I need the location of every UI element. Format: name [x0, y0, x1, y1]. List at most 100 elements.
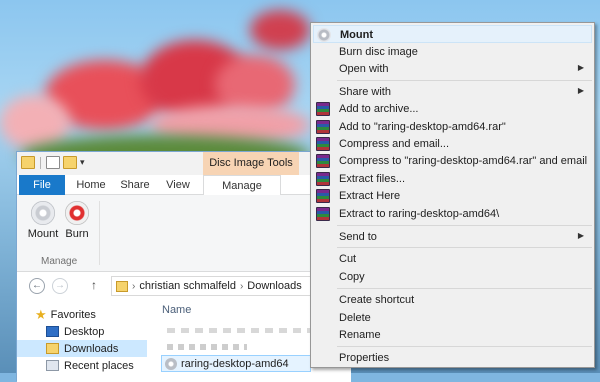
- burn-label: Burn: [65, 228, 89, 240]
- flower-blob: [250, 10, 310, 50]
- menu-item-add-to-archive[interactable]: Add to archive...: [313, 100, 592, 118]
- obscured-file-row: [167, 344, 247, 350]
- context-menu: Mount Burn disc image Open with ▶ Share …: [310, 22, 595, 368]
- file-explorer-window: ▾ Disc Image Tools File Home Share View …: [16, 151, 351, 382]
- ribbon-tabs: File Home Share View Manage: [17, 175, 349, 196]
- menu-label: Mount: [340, 29, 373, 41]
- mount-button[interactable]: Mount: [25, 199, 61, 240]
- menu-item-compress-and-email[interactable]: Compress and email...: [313, 135, 592, 153]
- menu-label: Cut: [339, 253, 357, 265]
- submenu-arrow-icon: ▶: [577, 231, 584, 240]
- new-folder-icon[interactable]: [63, 156, 77, 169]
- winrar-icon: [316, 137, 330, 151]
- submenu-arrow-icon: ▶: [577, 63, 584, 72]
- up-button[interactable]: ↑: [91, 278, 97, 292]
- disc-icon: [31, 201, 55, 225]
- menu-label: Extract files...: [339, 173, 406, 185]
- submenu-arrow-icon: ▶: [577, 86, 584, 95]
- menu-label: Add to archive...: [339, 103, 419, 115]
- tab-home[interactable]: Home: [69, 175, 113, 195]
- menu-separator: [337, 346, 592, 347]
- menu-item-burn-disc-image[interactable]: Burn disc image: [313, 43, 592, 61]
- winrar-icon: [316, 120, 330, 134]
- quick-access-toolbar: ▾: [21, 156, 85, 169]
- burn-disc-icon: [65, 201, 89, 225]
- navigation-pane: ★ Favorites Desktop Downloads Recent pla…: [17, 300, 147, 382]
- ribbon-group-label: Manage: [41, 256, 78, 267]
- tab-share[interactable]: Share: [117, 175, 153, 195]
- chevron-right-icon[interactable]: ›: [240, 281, 243, 292]
- menu-item-rename[interactable]: Rename: [313, 326, 592, 344]
- burn-button[interactable]: Burn: [59, 199, 95, 240]
- menu-label: Add to "raring-desktop-amd64.rar": [339, 121, 506, 133]
- nav-label: Favorites: [50, 308, 96, 321]
- downloads-folder-icon: [46, 343, 59, 354]
- folder-icon[interactable]: [21, 156, 35, 169]
- disc-image-tools-header: Disc Image Tools: [203, 152, 299, 175]
- ribbon-panel: Mount Burn Manage: [17, 195, 349, 272]
- menu-label: Open with: [339, 63, 389, 75]
- properties-icon[interactable]: [46, 156, 60, 169]
- file-name: raring-desktop-amd64: [181, 357, 289, 370]
- star-icon: ★: [35, 306, 47, 322]
- menu-item-share-with[interactable]: Share with ▶: [313, 83, 592, 101]
- winrar-icon: [316, 102, 330, 116]
- menu-label: Extract to raring-desktop-amd64\: [339, 208, 500, 220]
- menu-item-cut[interactable]: Cut: [313, 250, 592, 268]
- menu-separator: [337, 80, 592, 81]
- menu-item-add-to-rar[interactable]: Add to "raring-desktop-amd64.rar": [313, 118, 592, 136]
- winrar-icon: [316, 154, 330, 168]
- breadcrumb-downloads[interactable]: Downloads: [247, 280, 301, 292]
- disc-icon: [317, 28, 331, 42]
- menu-item-open-with[interactable]: Open with ▶: [313, 60, 592, 78]
- menu-label: Create shortcut: [339, 294, 415, 306]
- menu-item-compress-rar-email[interactable]: Compress to "raring-desktop-amd64.rar" a…: [313, 152, 592, 170]
- menu-label: Delete: [339, 312, 371, 324]
- menu-label: Properties: [339, 352, 390, 364]
- tab-manage[interactable]: Manage: [203, 175, 281, 196]
- tab-view[interactable]: View: [161, 175, 195, 195]
- menu-label: Copy: [339, 271, 365, 283]
- menu-item-extract-here[interactable]: Extract Here: [313, 187, 592, 205]
- menu-label: Send to: [339, 231, 377, 243]
- menu-label: Compress and email...: [339, 138, 450, 150]
- menu-separator: [337, 288, 592, 289]
- menu-label: Extract Here: [339, 190, 401, 202]
- back-button[interactable]: ←: [29, 278, 45, 294]
- ribbon-divider: [99, 201, 100, 265]
- nav-downloads[interactable]: Downloads: [17, 340, 147, 357]
- desktop-icon: [46, 326, 59, 337]
- column-header-name[interactable]: Name: [162, 304, 191, 316]
- mount-label: Mount: [27, 228, 59, 240]
- disc-image-file-icon: [165, 357, 177, 370]
- menu-separator: [337, 225, 592, 226]
- customize-toolbar-icon[interactable]: ▾: [80, 157, 85, 168]
- menu-item-extract-files[interactable]: Extract files...: [313, 170, 592, 188]
- file-row-selected[interactable]: raring-desktop-amd64: [161, 355, 311, 372]
- toolbar-divider: [40, 156, 41, 169]
- menu-item-delete[interactable]: Delete: [313, 309, 592, 327]
- obscured-file-row: [167, 328, 317, 333]
- tab-file[interactable]: File: [19, 175, 65, 195]
- winrar-icon: [316, 189, 330, 203]
- nav-favorites[interactable]: ★ Favorites: [17, 306, 147, 323]
- nav-desktop[interactable]: Desktop: [17, 323, 147, 340]
- menu-item-send-to[interactable]: Send to ▶: [313, 228, 592, 246]
- winrar-icon: [316, 207, 330, 221]
- chevron-right-icon[interactable]: ›: [132, 281, 135, 292]
- menu-item-extract-to[interactable]: Extract to raring-desktop-amd64\: [313, 205, 592, 223]
- menu-item-properties[interactable]: Properties: [313, 349, 592, 367]
- menu-item-copy[interactable]: Copy: [313, 268, 592, 286]
- menu-item-mount[interactable]: Mount: [313, 25, 592, 43]
- forward-button[interactable]: →: [52, 278, 68, 294]
- folder-icon: [116, 280, 128, 292]
- address-row: ← → ↑ › christian schmalfeld › Downloads: [17, 272, 351, 300]
- breadcrumb-user[interactable]: christian schmalfeld: [139, 280, 236, 292]
- menu-label: Burn disc image: [339, 46, 418, 58]
- menu-item-create-shortcut[interactable]: Create shortcut: [313, 291, 592, 309]
- title-bar: ▾ Disc Image Tools: [17, 152, 349, 175]
- menu-label: Share with: [339, 86, 391, 98]
- nav-recent-places[interactable]: Recent places: [17, 357, 147, 374]
- recent-places-icon: [46, 360, 59, 371]
- menu-label: Compress to "raring-desktop-amd64.rar" a…: [339, 155, 588, 167]
